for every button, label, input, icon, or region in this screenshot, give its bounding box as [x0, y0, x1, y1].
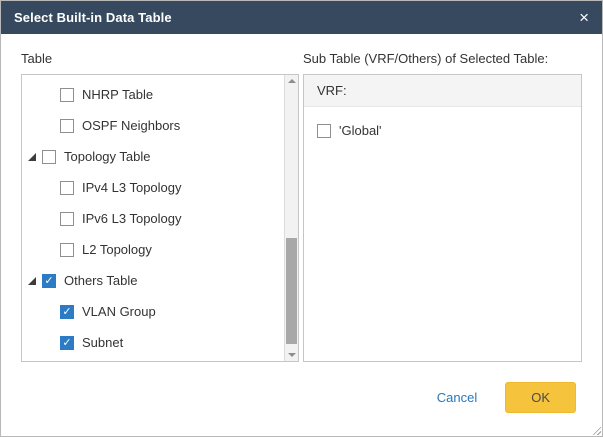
tree-item-label: IPv6 L3 Topology	[82, 211, 182, 226]
scroll-down-icon[interactable]	[285, 346, 298, 361]
checkbox[interactable]	[60, 181, 74, 195]
tree-item[interactable]: NHRP Table	[22, 79, 298, 110]
vrf-item[interactable]: 'Global'	[304, 107, 581, 138]
tree-item[interactable]: Subnet	[22, 327, 298, 358]
checkbox[interactable]	[60, 243, 74, 257]
vrf-item-label: 'Global'	[339, 123, 382, 138]
select-builtin-data-table-dialog: Select Built-in Data Table × Table NHRP …	[0, 0, 603, 437]
dialog-titlebar: Select Built-in Data Table ×	[1, 1, 602, 34]
checkbox[interactable]	[60, 88, 74, 102]
checkbox[interactable]	[60, 305, 74, 319]
tree-item-label: NHRP Table	[82, 87, 153, 102]
scrollbar-thumb[interactable]	[286, 238, 297, 344]
table-tree: NHRP Table OSPF Neighbors Topology Table…	[22, 75, 298, 358]
vertical-scrollbar[interactable]	[284, 75, 298, 361]
cancel-button[interactable]: Cancel	[437, 390, 477, 405]
vrf-list: 'Global'	[304, 107, 581, 138]
checkbox[interactable]	[60, 212, 74, 226]
table-tree-listbox: NHRP Table OSPF Neighbors Topology Table…	[21, 74, 299, 362]
dialog-title: Select Built-in Data Table	[14, 10, 172, 25]
checkbox[interactable]	[317, 124, 331, 138]
tree-item-label: Subnet	[82, 335, 123, 350]
checkbox[interactable]	[60, 336, 74, 350]
vrf-panel: VRF: 'Global'	[303, 74, 582, 362]
tree-item-label: OSPF Neighbors	[82, 118, 180, 133]
tree-item-label: L2 Topology	[82, 242, 152, 257]
resize-grip-icon[interactable]	[590, 424, 601, 435]
ok-button[interactable]: OK	[505, 382, 576, 413]
tree-item[interactable]: L2 Topology	[22, 234, 298, 265]
table-column: Table NHRP Table OSPF Neighbors Topology…	[21, 49, 299, 362]
expand-caret-icon[interactable]	[28, 153, 36, 161]
tree-item[interactable]: Topology Table	[22, 141, 298, 172]
expand-caret-icon[interactable]	[28, 277, 36, 285]
subtable-column: Sub Table (VRF/Others) of Selected Table…	[303, 49, 582, 362]
tree-item-label: IPv4 L3 Topology	[82, 180, 182, 195]
checkbox[interactable]	[60, 119, 74, 133]
checkbox[interactable]	[42, 274, 56, 288]
tree-item[interactable]: OSPF Neighbors	[22, 110, 298, 141]
close-icon[interactable]: ×	[579, 9, 589, 26]
subtable-label: Sub Table (VRF/Others) of Selected Table…	[303, 51, 582, 66]
checkbox[interactable]	[42, 150, 56, 164]
tree-item[interactable]: Others Table	[22, 265, 298, 296]
tree-item[interactable]: IPv4 L3 Topology	[22, 172, 298, 203]
scroll-up-icon[interactable]	[285, 75, 298, 90]
table-label: Table	[21, 51, 299, 66]
tree-item-label: Others Table	[64, 273, 137, 288]
dialog-body: Table NHRP Table OSPF Neighbors Topology…	[1, 34, 602, 362]
tree-item[interactable]: IPv6 L3 Topology	[22, 203, 298, 234]
tree-item[interactable]: VLAN Group	[22, 296, 298, 327]
tree-item-label: VLAN Group	[82, 304, 156, 319]
dialog-footer: Cancel OK	[437, 382, 576, 413]
vrf-panel-header: VRF:	[304, 75, 581, 107]
tree-item-label: Topology Table	[64, 149, 151, 164]
